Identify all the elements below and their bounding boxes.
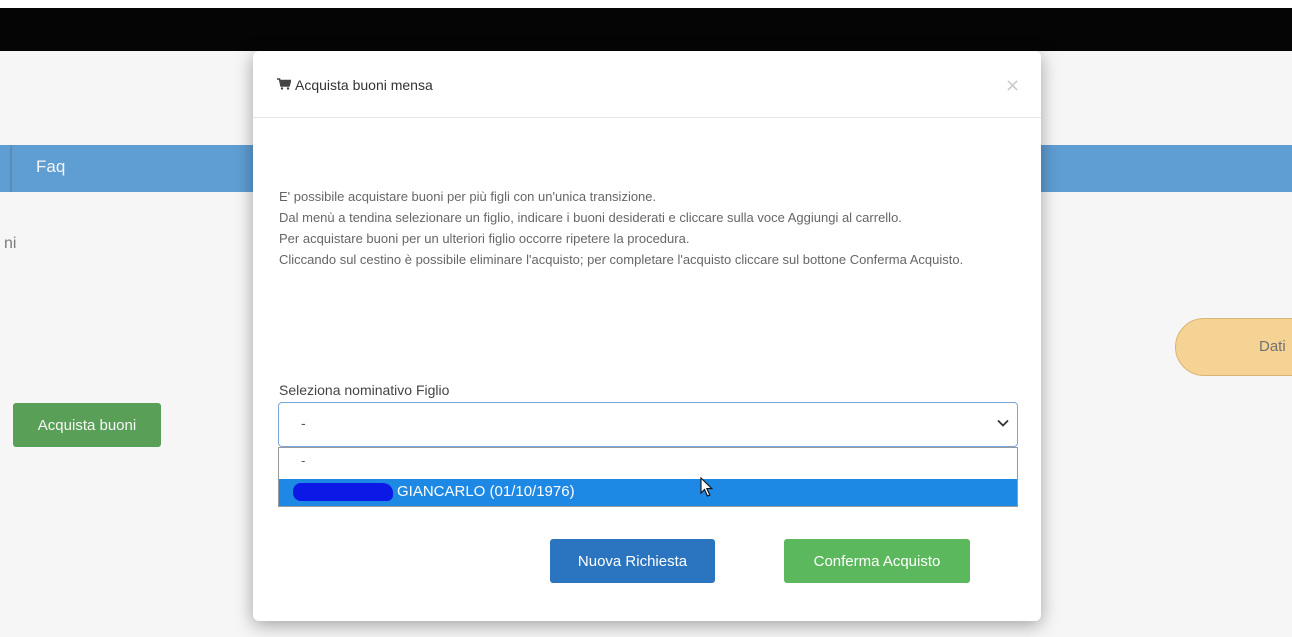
close-icon[interactable]: × [1005,75,1020,96]
cart-icon [277,78,291,90]
cursor-pointer-icon [700,477,714,497]
select-option-label: GIANCARLO (01/10/1976) [397,483,575,500]
select-option-empty[interactable]: - [279,448,1017,478]
instruction-line: Dal menù a tendina selezionare un figlio… [279,210,902,225]
acquista-buoni-modal: Acquista buoni mensa × E' possibile acqu… [253,51,1041,621]
select-option-child[interactable]: GIANCARLO (01/10/1976) [279,477,1017,506]
conferma-acquisto-button[interactable]: Conferma Acquisto [784,539,970,583]
chevron-down-icon [997,419,1009,427]
top-header-bar [0,8,1292,51]
instruction-line: Per acquistare buoni per un ulteriori fi… [279,231,690,246]
modal-header: Acquista buoni mensa × [253,51,1041,118]
select-child-dropdown[interactable]: - [278,402,1018,447]
instructions-text: E' possibile acquistare buoni per più fi… [279,186,999,270]
instruction-line: Cliccando sul cestino è possibile elimin… [279,252,964,267]
select-child-label: Seleziona nominativo Figlio [279,382,450,398]
instruction-line: E' possibile acquistare buoni per più fi… [279,189,657,204]
modal-title: Acquista buoni mensa [295,77,433,93]
redaction-mark [293,483,393,501]
nuova-richiesta-button[interactable]: Nuova Richiesta [550,539,715,583]
select-options-list: - GIANCARLO (01/10/1976) [278,447,1018,507]
select-option-label: - [301,453,306,468]
select-current-value: - [301,415,306,431]
